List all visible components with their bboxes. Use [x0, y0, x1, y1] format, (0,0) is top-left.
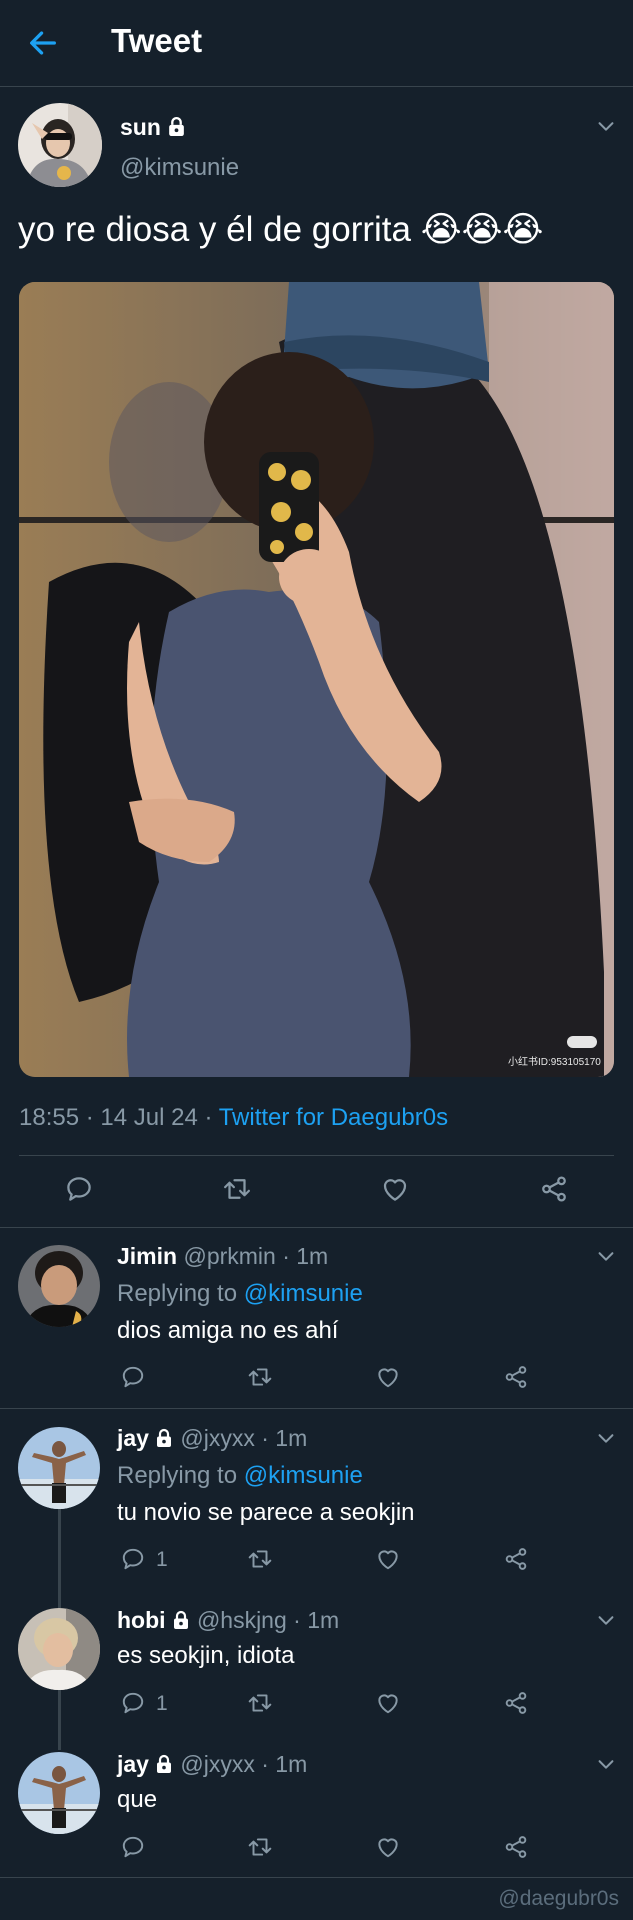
avatar[interactable]: [18, 103, 102, 187]
divider: [0, 1877, 633, 1878]
reply-icon[interactable]: [64, 1174, 94, 1204]
footer-watermark: @daegubr0s: [498, 1887, 619, 1910]
tweet-text: yo re diosa y él de gorrita 😭😭😭: [18, 210, 544, 249]
reply-header: jay @jxyxx · 1m: [117, 1751, 307, 1778]
reply-text: tu novio se parece a seokjin: [117, 1499, 415, 1526]
like-heart-icon[interactable]: [375, 1834, 401, 1860]
top-app-bar: [0, 0, 633, 87]
reply-author-name: Jimin: [117, 1243, 178, 1269]
divider: [0, 1227, 633, 1228]
thread-line: [58, 1508, 61, 1608]
reply-icon[interactable]: [120, 1690, 146, 1716]
chevron-down-icon[interactable]: [595, 1427, 617, 1449]
author-name: sun: [120, 114, 161, 140]
retweet-icon[interactable]: [247, 1834, 273, 1860]
chevron-down-icon[interactable]: [595, 1245, 617, 1267]
reply-text: que: [117, 1786, 158, 1813]
share-icon[interactable]: [503, 1834, 529, 1860]
back-arrow-icon[interactable]: [26, 26, 60, 60]
thread-line: [58, 1690, 61, 1750]
avatar[interactable]: [18, 1245, 100, 1327]
divider: [0, 1408, 633, 1409]
replying-to-row: Replying to @kimsunie: [117, 1280, 363, 1308]
reply-count: 1: [156, 1548, 168, 1571]
tweet-timestamp-row: 18:55 · 14 Jul 24 · Twitter for Daegubr0…: [19, 1104, 448, 1132]
tweet-media-photo[interactable]: 小红书ID:953105170: [19, 282, 614, 1077]
like-heart-icon[interactable]: [375, 1364, 401, 1390]
chevron-down-icon[interactable]: [595, 115, 617, 137]
reply-icon[interactable]: [120, 1834, 146, 1860]
like-heart-icon[interactable]: [375, 1690, 401, 1716]
media-watermark: 小红书ID:953105170: [508, 1057, 601, 1068]
watermark-logo-badge: [567, 1036, 597, 1048]
reply-icon[interactable]: [120, 1546, 146, 1572]
author-name-row: sun: [120, 114, 187, 141]
reply-meta: @hskjng · 1m: [196, 1607, 340, 1633]
retweet-icon[interactable]: [247, 1364, 273, 1390]
replying-to-label: Replying to: [117, 1280, 244, 1307]
chevron-down-icon[interactable]: [595, 1753, 617, 1775]
reply-author-name: hobi: [117, 1607, 166, 1633]
reply-meta: @prkmin · 1m: [183, 1243, 329, 1269]
lock-icon: [154, 1428, 174, 1448]
author-handle: @kimsunie: [120, 154, 240, 181]
reply-meta: @jxyxx · 1m: [180, 1425, 308, 1451]
like-heart-icon[interactable]: [375, 1546, 401, 1572]
replying-to-link[interactable]: @kimsunie: [244, 1462, 363, 1489]
reply-count: 1: [156, 1692, 168, 1715]
reply-text: es seokjin, idiota: [117, 1642, 295, 1669]
share-icon[interactable]: [539, 1174, 569, 1204]
tweet-client-link[interactable]: Twitter for Daegubr0s: [219, 1104, 448, 1131]
divider: [19, 1155, 614, 1156]
reply-author-name: jay: [117, 1425, 149, 1451]
replying-to-link[interactable]: @kimsunie: [244, 1280, 363, 1307]
avatar[interactable]: [18, 1752, 100, 1834]
reply-text: dios amiga no es ahí: [117, 1317, 339, 1344]
avatar[interactable]: [18, 1427, 100, 1509]
chevron-down-icon[interactable]: [595, 1609, 617, 1631]
page-title: Tweet: [111, 22, 203, 59]
share-icon[interactable]: [503, 1364, 529, 1390]
reply-meta: @jxyxx · 1m: [180, 1751, 308, 1777]
share-icon[interactable]: [503, 1546, 529, 1572]
retweet-icon[interactable]: [247, 1690, 273, 1716]
retweet-icon[interactable]: [247, 1546, 273, 1572]
like-heart-icon[interactable]: [380, 1174, 410, 1204]
share-icon[interactable]: [503, 1690, 529, 1716]
reply-header: jay @jxyxx · 1m: [117, 1425, 307, 1452]
replying-to-row: Replying to @kimsunie: [117, 1462, 363, 1490]
lock-icon: [166, 116, 187, 137]
reply-header: Jimin @prkmin · 1m: [117, 1243, 328, 1270]
replying-to-label: Replying to: [117, 1462, 244, 1489]
lock-icon: [154, 1754, 174, 1774]
avatar[interactable]: [18, 1608, 100, 1690]
reply-author-name: jay: [117, 1751, 149, 1777]
tweet-timestamp: 18:55 · 14 Jul 24 ·: [19, 1104, 219, 1131]
lock-icon: [171, 1610, 191, 1630]
reply-header: hobi @hskjng · 1m: [117, 1607, 339, 1634]
reply-icon[interactable]: [120, 1364, 146, 1390]
retweet-icon[interactable]: [222, 1174, 252, 1204]
